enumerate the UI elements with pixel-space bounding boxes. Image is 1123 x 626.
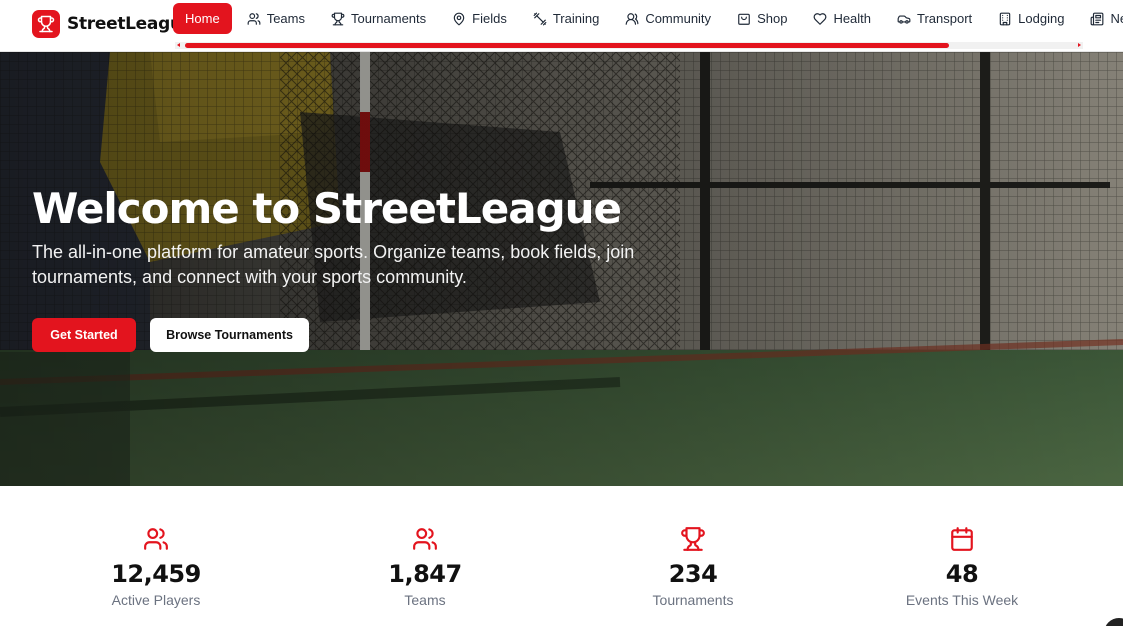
- newspaper-icon: [1091, 12, 1104, 25]
- nav-item-label: Transport: [917, 11, 973, 26]
- nav-item-label: Teams: [266, 11, 305, 26]
- nav-item-label: Shop: [757, 11, 788, 26]
- nav-item-community[interactable]: Community: [612, 3, 724, 34]
- nav-item-label: New: [1110, 11, 1123, 26]
- nav-item-lodging[interactable]: Lodging: [985, 3, 1077, 34]
- nav-item-new[interactable]: New: [1077, 3, 1123, 34]
- stat-value: 48: [945, 560, 979, 588]
- nav-item-training[interactable]: Training: [520, 3, 612, 34]
- nav-item-label: Community: [645, 11, 712, 26]
- scroll-right-arrow-icon[interactable]: [1078, 43, 1081, 47]
- nav-item-label: Lodging: [1018, 11, 1065, 26]
- users-icon: [247, 12, 261, 25]
- nav-item-tournaments[interactable]: Tournaments: [318, 3, 439, 34]
- users-icon: [413, 528, 437, 550]
- nav-item-fields[interactable]: Fields: [439, 3, 520, 34]
- calendar-icon: [951, 527, 973, 551]
- scroll-left-arrow-icon[interactable]: [177, 43, 180, 47]
- nav-item-shop[interactable]: Shop: [724, 3, 800, 34]
- get-started-button[interactable]: Get Started: [32, 318, 136, 352]
- stat-active-players: 12,459 Active Players: [46, 526, 266, 608]
- stat-tournaments: 234 Tournaments: [583, 526, 803, 608]
- stat-value: 234: [668, 560, 718, 588]
- stat-label: Events This Week: [905, 592, 1019, 608]
- users-icon: [144, 528, 168, 550]
- nav-scrollbar[interactable]: [175, 42, 1083, 49]
- nav-item-label: Tournaments: [350, 11, 427, 26]
- trophy-icon: [32, 10, 60, 38]
- hero-title: Welcome to StreetLeague: [32, 184, 622, 233]
- main-nav: Home Teams Tournaments Fields Training C…: [173, 3, 1123, 34]
- stat-label: Teams: [404, 592, 446, 608]
- stat-teams: 1,847 Teams: [315, 526, 535, 608]
- browse-tournaments-button[interactable]: Browse Tournaments: [150, 318, 309, 352]
- nav-item-label: Fields: [472, 11, 507, 26]
- stat-label: Tournaments: [652, 592, 734, 608]
- stat-label: Active Players: [111, 592, 201, 608]
- stats-section: 12,459 Active Players 1,847 Teams 234 To…: [0, 486, 1123, 626]
- trophy-icon: [681, 527, 705, 551]
- nav-item-label: Home: [185, 11, 220, 26]
- nav-item-transport[interactable]: Transport: [884, 3, 985, 34]
- top-navbar: StreetLeague Home Teams Tournaments Fiel…: [0, 0, 1123, 52]
- stat-events-this-week: 48 Events This Week: [852, 526, 1072, 608]
- hero-subtitle: The all-in-one platform for amateur spor…: [32, 242, 635, 287]
- shopping-bag-icon: [738, 13, 750, 25]
- building-icon: [999, 12, 1011, 25]
- nav-item-label: Training: [552, 11, 600, 26]
- stat-value: 1,847: [388, 560, 462, 588]
- stat-value: 12,459: [111, 560, 201, 588]
- nav-item-health[interactable]: Health: [800, 3, 884, 34]
- dumbbell-icon: [533, 12, 547, 25]
- hero-section: Welcome to StreetLeague The all-in-one p…: [0, 52, 1123, 486]
- user-group-icon: [625, 12, 639, 25]
- nav-item-teams[interactable]: Teams: [234, 3, 318, 34]
- brand[interactable]: StreetLeague: [32, 10, 193, 38]
- scroll-thumb[interactable]: [185, 43, 949, 48]
- trophy-icon: [331, 12, 345, 25]
- nav-item-label: Health: [833, 11, 872, 26]
- heart-icon: [814, 12, 827, 25]
- car-icon: [897, 15, 911, 24]
- nav-item-home[interactable]: Home: [173, 3, 232, 34]
- map-pin-icon: [453, 12, 465, 25]
